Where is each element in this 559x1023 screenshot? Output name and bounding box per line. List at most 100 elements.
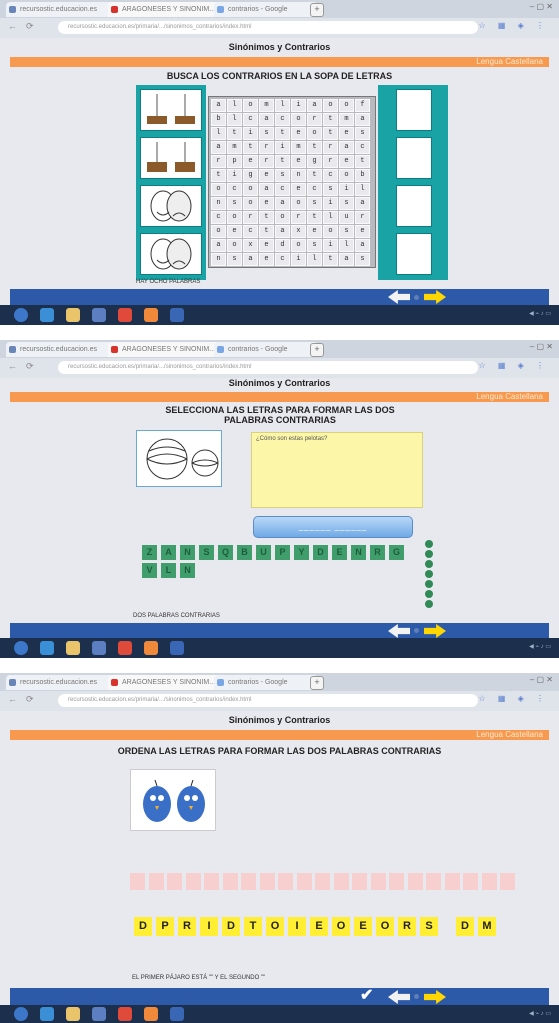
- grid-letter[interactable]: c: [307, 183, 322, 196]
- grid-letter[interactable]: t: [323, 253, 338, 266]
- grid-letter[interactable]: t: [307, 211, 322, 224]
- explorer-icon[interactable]: [66, 1007, 80, 1021]
- grid-letter[interactable]: o: [211, 225, 226, 238]
- answer-slot[interactable]: [407, 873, 423, 890]
- grid-letter[interactable]: e: [243, 155, 258, 168]
- new-tab-button[interactable]: +: [310, 3, 324, 17]
- grid-letter[interactable]: t: [275, 127, 290, 140]
- grid-letter[interactable]: d: [275, 239, 290, 252]
- answer-slot[interactable]: [241, 873, 256, 890]
- answer-slot[interactable]: [278, 873, 293, 890]
- grid-letter[interactable]: s: [227, 197, 242, 210]
- letter-tile[interactable]: A: [161, 545, 176, 560]
- app-icon[interactable]: [170, 1007, 184, 1021]
- letter-tile[interactable]: T: [244, 917, 262, 936]
- grid-letter[interactable]: n: [291, 169, 306, 182]
- grid-letter[interactable]: o: [211, 183, 226, 196]
- grid-letter[interactable]: r: [323, 155, 338, 168]
- toolbar-icons[interactable]: ☆ ▦ ◈ ⋮: [478, 694, 549, 703]
- grid-letter[interactable]: l: [323, 211, 338, 224]
- grid-letter[interactable]: m: [227, 141, 242, 154]
- browser-tab[interactable]: contrarios - Google: [214, 675, 318, 690]
- letter-tile[interactable]: Z: [142, 545, 157, 560]
- answer-slots-row[interactable]: [130, 873, 530, 891]
- grid-letter[interactable]: i: [275, 141, 290, 154]
- grid-letter[interactable]: x: [243, 239, 258, 252]
- letter-tile[interactable]: D: [313, 545, 328, 560]
- grid-letter[interactable]: e: [339, 127, 354, 140]
- grid-letter[interactable]: b: [355, 169, 370, 182]
- grid-letter[interactable]: s: [339, 225, 354, 238]
- letter-tile[interactable]: R: [398, 917, 416, 936]
- answer-slot[interactable]: [370, 873, 386, 890]
- answer-slot[interactable]: [463, 873, 478, 890]
- grid-letter[interactable]: t: [323, 127, 338, 140]
- grid-letter[interactable]: p: [227, 155, 242, 168]
- grid-letter[interactable]: s: [307, 239, 322, 252]
- grid-letter[interactable]: a: [243, 253, 258, 266]
- grid-letter[interactable]: c: [275, 253, 290, 266]
- grid-letter[interactable]: t: [307, 169, 322, 182]
- letter-tile[interactable]: V: [142, 563, 157, 578]
- grid-letter[interactable]: r: [243, 211, 258, 224]
- letter-tile[interactable]: U: [256, 545, 271, 560]
- ie-icon[interactable]: [40, 308, 54, 322]
- start-button-icon[interactable]: [14, 308, 28, 322]
- grid-letter[interactable]: s: [275, 169, 290, 182]
- window-controls[interactable]: – ▢ ✕: [530, 342, 553, 351]
- grid-letter[interactable]: c: [243, 113, 258, 126]
- previous-arrow-icon[interactable]: [388, 624, 410, 638]
- app-icon[interactable]: [144, 641, 158, 655]
- answer-slot[interactable]: [333, 873, 349, 890]
- media-icon[interactable]: [92, 1007, 106, 1021]
- grid-letter[interactable]: a: [355, 239, 370, 252]
- grid-letter[interactable]: t: [243, 141, 258, 154]
- letter-tile[interactable]: E: [354, 917, 372, 936]
- grid-letter[interactable]: s: [227, 253, 242, 266]
- picture-scales-2[interactable]: [140, 137, 202, 179]
- grid-letter[interactable]: t: [259, 225, 274, 238]
- letter-tile[interactable]: O: [376, 917, 394, 936]
- letter-tile[interactable]: O: [266, 917, 284, 936]
- grid-letter[interactable]: t: [211, 169, 226, 182]
- answer-slot[interactable]: [130, 873, 145, 890]
- chrome-icon[interactable]: [118, 308, 132, 322]
- answer-slot[interactable]: [481, 873, 497, 890]
- grid-letter[interactable]: r: [291, 211, 306, 224]
- grid-letter[interactable]: e: [307, 225, 322, 238]
- browser-tab[interactable]: contrarios - Google: [214, 342, 318, 357]
- grid-letter[interactable]: l: [227, 113, 242, 126]
- address-bar[interactable]: recursostic.educacion.es/primaria/.../si…: [58, 21, 478, 34]
- grid-letter[interactable]: o: [291, 113, 306, 126]
- grid-letter[interactable]: a: [259, 113, 274, 126]
- grid-letter[interactable]: o: [243, 183, 258, 196]
- letter-tile[interactable]: S: [199, 545, 214, 560]
- grid-letter[interactable]: s: [307, 197, 322, 210]
- grid-letter[interactable]: r: [355, 211, 370, 224]
- answer-slot[interactable]: [396, 233, 432, 275]
- grid-letter[interactable]: g: [307, 155, 322, 168]
- grid-letter[interactable]: n: [211, 197, 226, 210]
- letter-tile[interactable]: O: [332, 917, 350, 936]
- letter-tile[interactable]: S: [420, 917, 438, 936]
- system-tray[interactable]: ◀ ⌁ ♪ ▭: [529, 310, 551, 317]
- browser-tab[interactable]: recursostic.educacion.es: [6, 675, 116, 690]
- grid-letter[interactable]: f: [355, 99, 370, 112]
- new-tab-button[interactable]: +: [310, 343, 324, 357]
- letter-tile[interactable]: R: [178, 917, 196, 936]
- grid-letter[interactable]: l: [307, 253, 322, 266]
- grid-letter[interactable]: o: [243, 197, 258, 210]
- letter-tile[interactable]: N: [180, 545, 195, 560]
- grid-letter[interactable]: s: [355, 127, 370, 140]
- grid-letter[interactable]: n: [211, 253, 226, 266]
- grid-letter[interactable]: o: [291, 197, 306, 210]
- grid-letter[interactable]: i: [243, 127, 258, 140]
- browser-tab[interactable]: contrarios - Google: [214, 2, 318, 17]
- grid-letter[interactable]: a: [355, 113, 370, 126]
- answer-slot[interactable]: [185, 873, 201, 890]
- refresh-icon[interactable]: ⟳: [26, 21, 34, 32]
- grid-letter[interactable]: e: [291, 155, 306, 168]
- answer-slot[interactable]: [389, 873, 404, 890]
- answer-slot[interactable]: [259, 873, 275, 890]
- grid-letter[interactable]: l: [355, 183, 370, 196]
